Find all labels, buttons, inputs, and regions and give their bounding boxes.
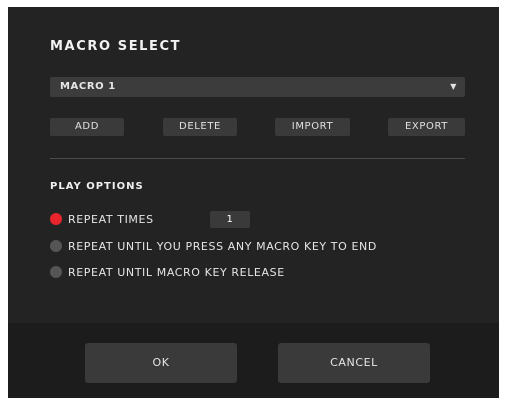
ok-button[interactable]: OK (85, 343, 237, 383)
dialog-footer: OK CANCEL (8, 323, 499, 398)
option-repeat-times[interactable]: REPEAT TIMES (50, 211, 154, 227)
macro-dropdown-value: MACRO 1 (60, 81, 116, 92)
triangle-down-icon: ▼ (450, 82, 457, 91)
radio-unselected-icon[interactable] (50, 240, 62, 252)
radio-selected-icon[interactable] (50, 213, 62, 225)
dialog-title: MACRO SELECT (50, 39, 182, 54)
option-repeat-until-release[interactable]: REPEAT UNTIL MACRO KEY RELEASE (50, 264, 285, 280)
play-options-heading: PLAY OPTIONS (50, 181, 144, 192)
option-label: REPEAT UNTIL YOU PRESS ANY MACRO KEY TO … (68, 239, 377, 253)
delete-button[interactable]: DELETE (163, 118, 237, 136)
repeat-times-input[interactable]: 1 (210, 211, 250, 228)
cancel-button[interactable]: CANCEL (278, 343, 430, 383)
option-label: REPEAT TIMES (68, 212, 154, 226)
macro-select-dialog: MACRO SELECT MACRO 1 ▼ ADD DELETE IMPORT… (8, 7, 499, 398)
macro-dropdown[interactable]: MACRO 1 ▼ (50, 77, 465, 97)
export-button[interactable]: EXPORT (388, 118, 465, 136)
add-button[interactable]: ADD (50, 118, 124, 136)
option-label: REPEAT UNTIL MACRO KEY RELEASE (68, 265, 285, 279)
option-repeat-until-press[interactable]: REPEAT UNTIL YOU PRESS ANY MACRO KEY TO … (50, 238, 377, 254)
divider (50, 158, 465, 159)
import-button[interactable]: IMPORT (275, 118, 350, 136)
radio-unselected-icon[interactable] (50, 266, 62, 278)
